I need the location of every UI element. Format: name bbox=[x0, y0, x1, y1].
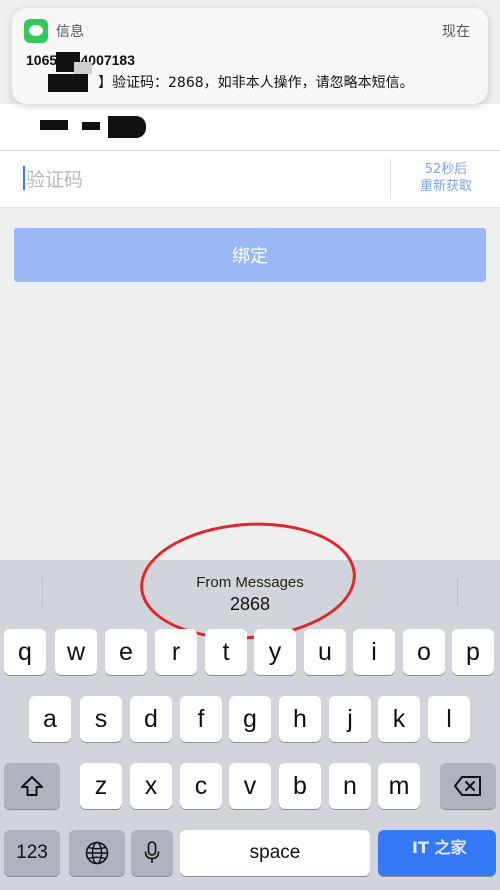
redacted-sender-part bbox=[74, 62, 92, 74]
dictation-key[interactable] bbox=[131, 830, 173, 876]
space-key[interactable]: space bbox=[180, 830, 370, 876]
quicktype-divider bbox=[42, 578, 43, 606]
key-k[interactable]: k bbox=[378, 696, 420, 742]
globe-key[interactable] bbox=[69, 830, 125, 876]
resend-countdown: 52秒后 bbox=[424, 162, 468, 177]
key-l[interactable]: l bbox=[428, 696, 470, 742]
key-r[interactable]: r bbox=[155, 629, 197, 675]
key-q[interactable]: q bbox=[4, 629, 46, 675]
mic-icon bbox=[144, 841, 160, 863]
key-v[interactable]: v bbox=[229, 763, 271, 809]
notification-time: 现在 bbox=[442, 24, 470, 40]
globe-icon bbox=[85, 841, 109, 865]
delete-icon bbox=[454, 776, 481, 796]
key-p[interactable]: p bbox=[452, 629, 494, 675]
key-e[interactable]: e bbox=[105, 629, 147, 675]
text-cursor bbox=[23, 166, 25, 190]
key-g[interactable]: g bbox=[229, 696, 271, 742]
key-s[interactable]: s bbox=[80, 696, 122, 742]
key-n[interactable]: n bbox=[329, 763, 371, 809]
message-notification-banner[interactable]: 信息 现在 10655024007183 】验证码：2868，如非本人操作，请忽… bbox=[12, 8, 488, 104]
shift-key[interactable] bbox=[4, 763, 60, 809]
key-h[interactable]: h bbox=[279, 696, 321, 742]
key-u[interactable]: u bbox=[304, 629, 346, 675]
key-b[interactable]: b bbox=[279, 763, 321, 809]
key-a[interactable]: a bbox=[29, 696, 71, 742]
key-o[interactable]: o bbox=[403, 629, 445, 675]
redacted-phone bbox=[40, 120, 68, 130]
verification-code-row: 52秒后 重新获取 bbox=[0, 150, 500, 208]
key-y[interactable]: y bbox=[254, 629, 296, 675]
key-f[interactable]: f bbox=[180, 696, 222, 742]
resend-code-button[interactable]: 52秒后 重新获取 bbox=[392, 161, 500, 195]
bind-button[interactable]: 绑定 bbox=[14, 228, 486, 282]
numbers-key[interactable]: 123 bbox=[4, 830, 60, 876]
verification-code-input[interactable] bbox=[24, 161, 388, 199]
key-z[interactable]: z bbox=[80, 763, 122, 809]
key-c[interactable]: c bbox=[180, 763, 222, 809]
redacted-phone bbox=[82, 122, 100, 130]
shift-icon bbox=[21, 776, 43, 796]
delete-key[interactable] bbox=[440, 763, 496, 809]
notification-body: 】验证码：2868，如非本人操作，请忽略本短信。 bbox=[98, 75, 414, 91]
divider bbox=[390, 159, 391, 199]
key-i[interactable]: i bbox=[353, 629, 395, 675]
notification-app-name: 信息 bbox=[56, 24, 84, 40]
resend-label: 重新获取 bbox=[419, 179, 472, 194]
messages-app-icon bbox=[24, 19, 48, 43]
key-j[interactable]: j bbox=[329, 696, 371, 742]
watermark-logo: IT 之家 bbox=[412, 838, 467, 857]
quicktype-divider bbox=[457, 578, 458, 606]
key-d[interactable]: d bbox=[130, 696, 172, 742]
key-m[interactable]: m bbox=[378, 763, 420, 809]
redacted-brand-name bbox=[48, 74, 88, 92]
key-t[interactable]: t bbox=[205, 629, 247, 675]
key-w[interactable]: w bbox=[55, 629, 97, 675]
key-x[interactable]: x bbox=[130, 763, 172, 809]
phone-number-row bbox=[0, 104, 500, 150]
redacted-phone bbox=[108, 116, 146, 138]
